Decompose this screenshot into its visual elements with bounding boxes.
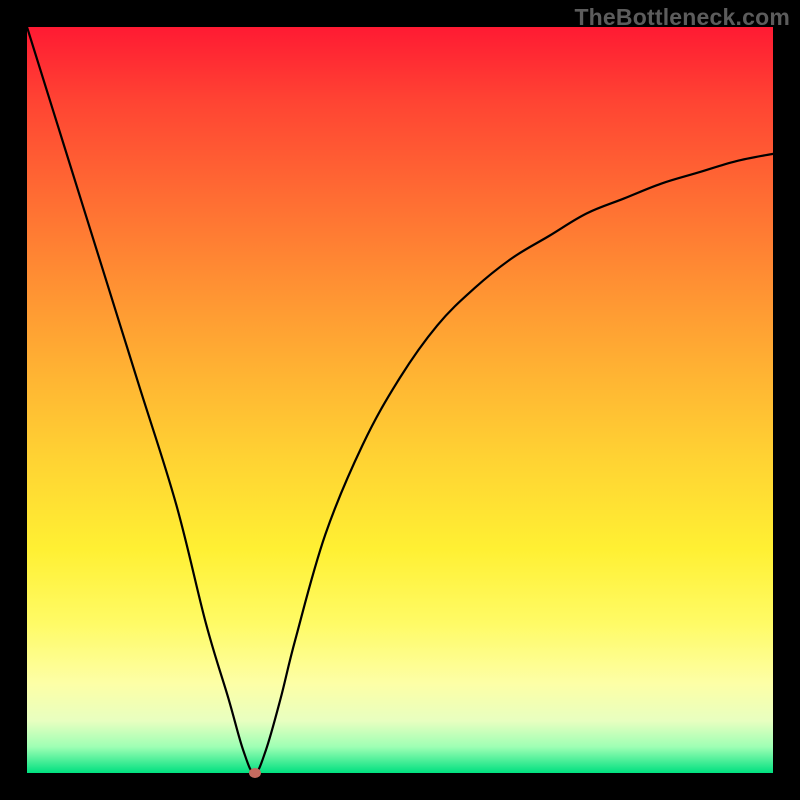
bottleneck-curve — [27, 27, 773, 773]
min-point-marker — [249, 768, 261, 778]
chart-frame: TheBottleneck.com — [0, 0, 800, 800]
curve-svg — [27, 27, 773, 773]
watermark-text: TheBottleneck.com — [574, 4, 790, 31]
plot-area — [27, 27, 773, 773]
